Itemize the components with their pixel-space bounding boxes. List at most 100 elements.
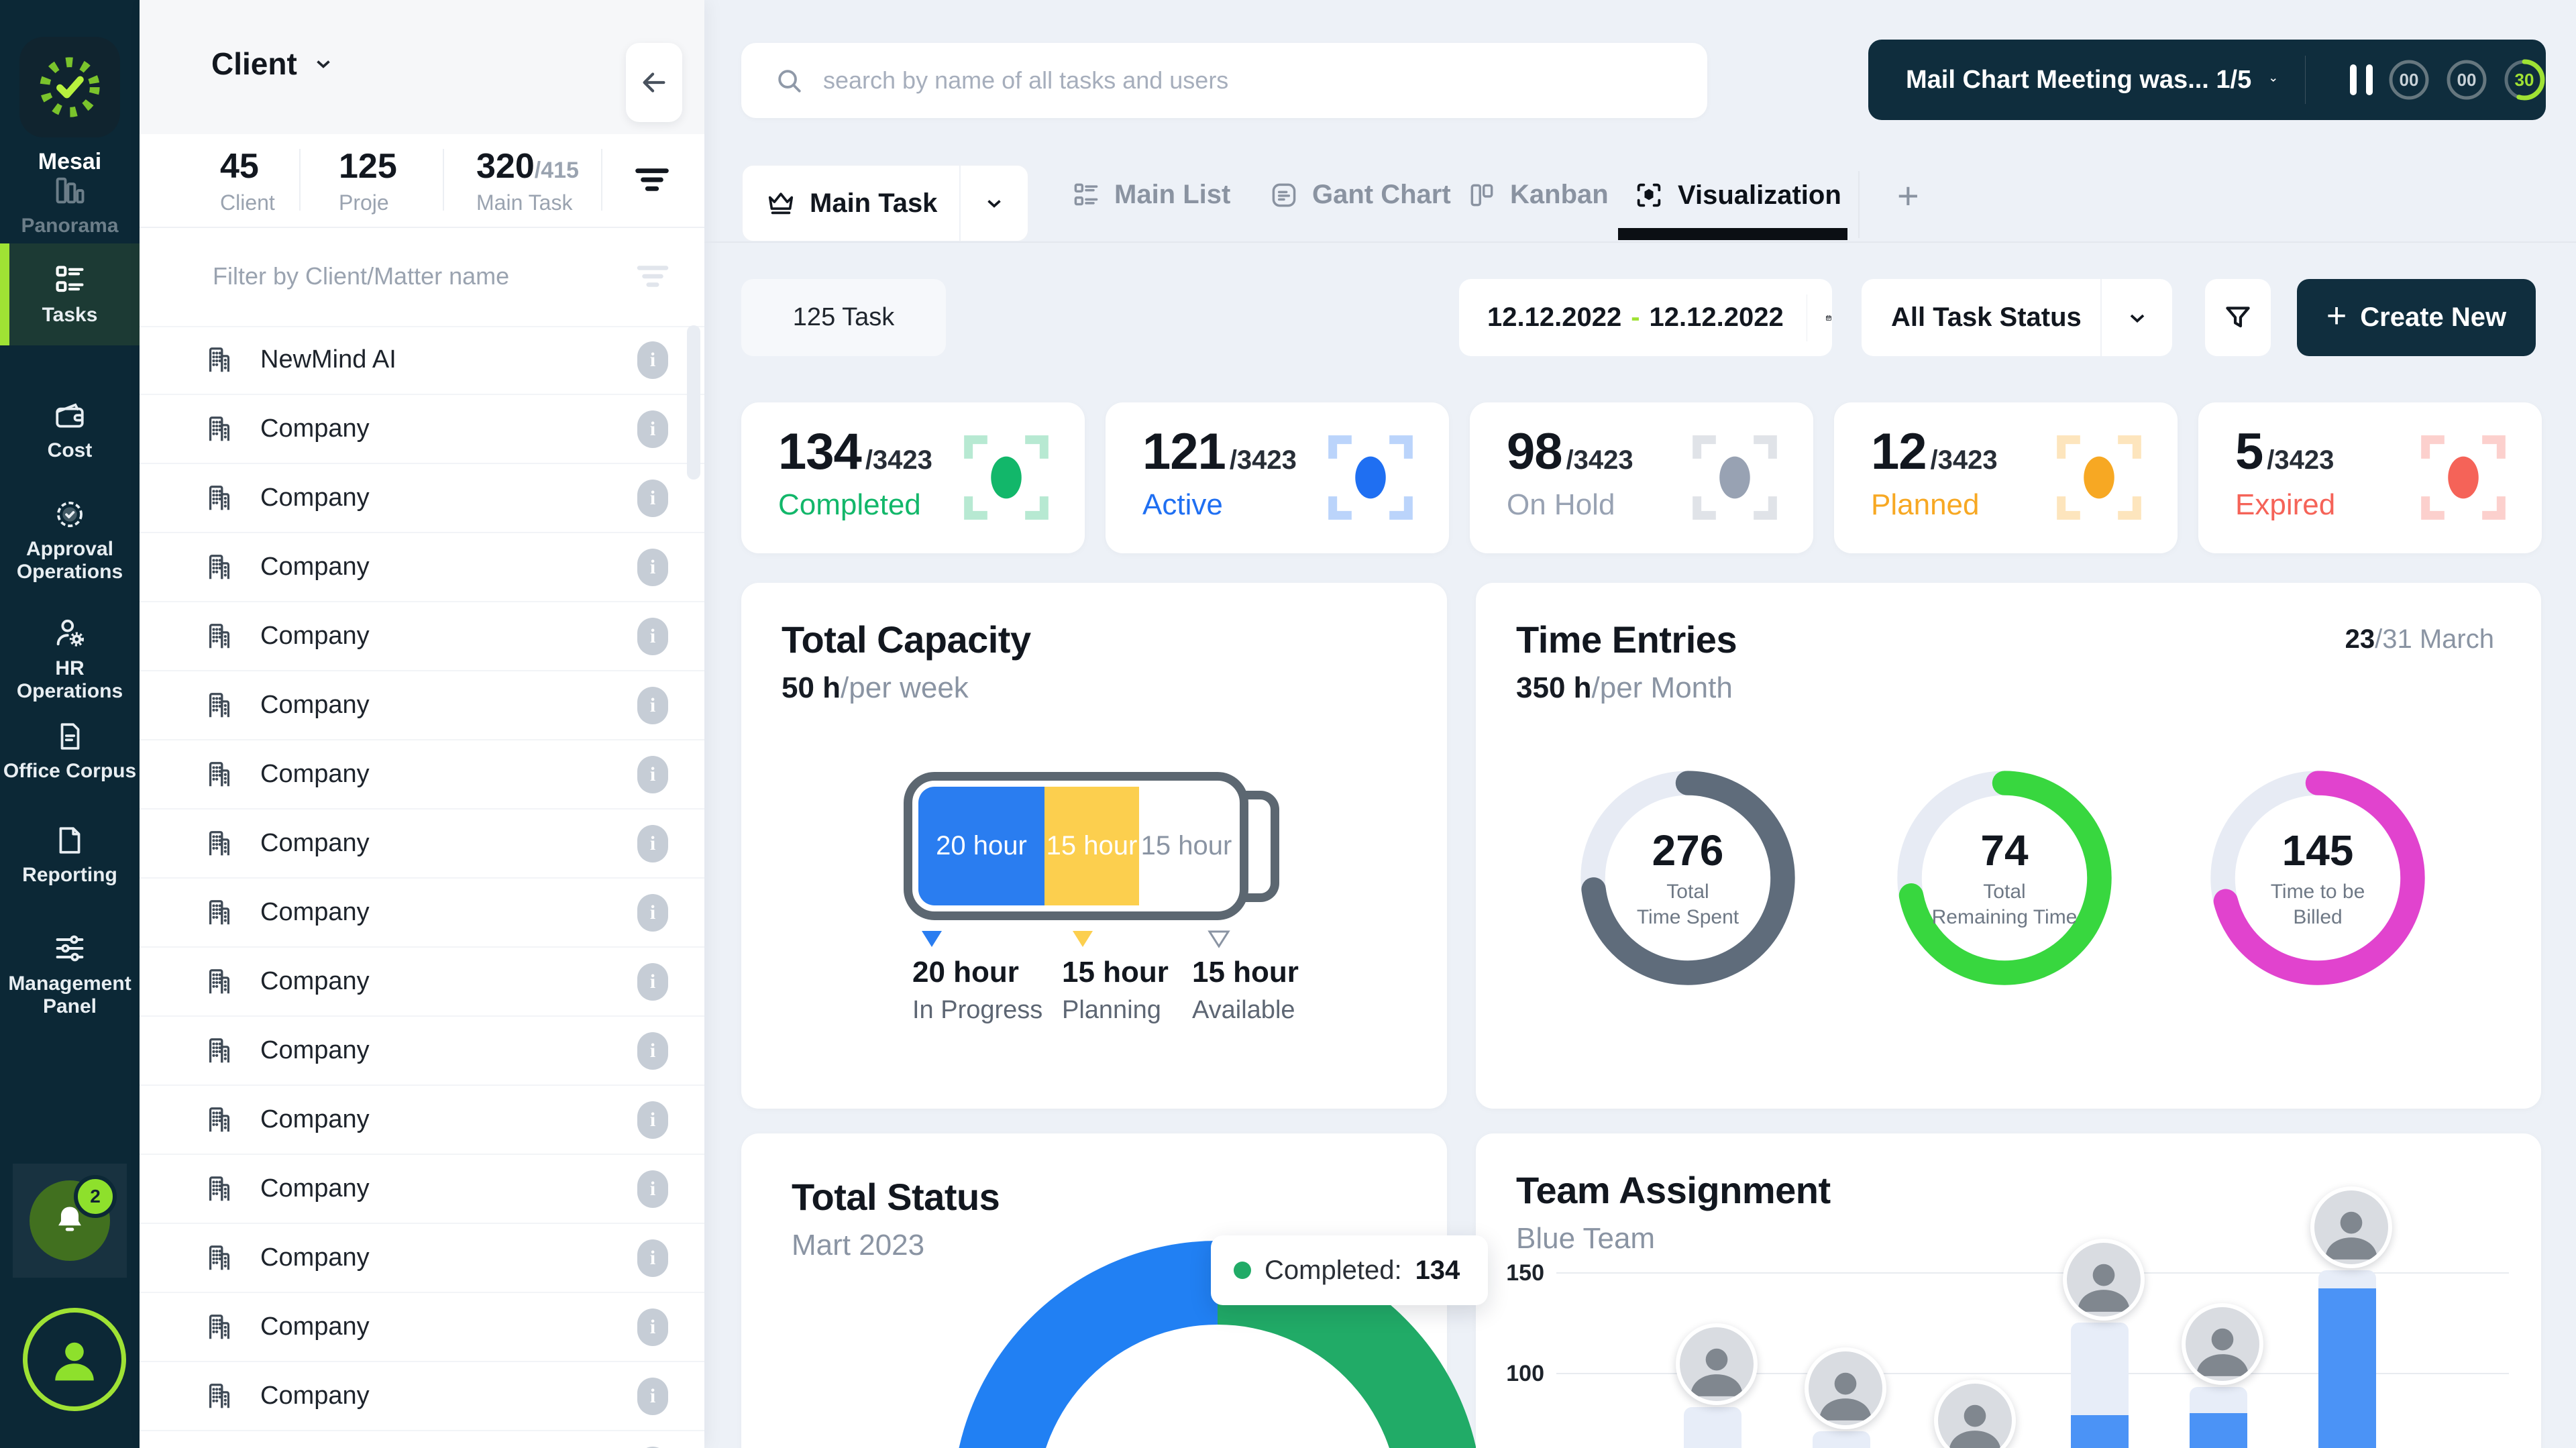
company-list-item[interactable]: Companyi (140, 1431, 704, 1448)
time-entries-card: Time Entries 350 h/per Month 23/31 March… (1476, 583, 2541, 1109)
company-list-item[interactable]: NewMind AIi (140, 326, 704, 395)
donut-total-time-spent: 276TotalTime Spent (1570, 761, 1805, 995)
date-range-picker[interactable]: 12.12.2022 - 12.12.2022 (1459, 279, 1832, 356)
status-card-active[interactable]: 121/3423 Active (1106, 402, 1449, 553)
sidebar-item-cost[interactable]: Cost (0, 399, 140, 462)
client-filter-input[interactable] (211, 262, 590, 291)
company-list-item[interactable]: Companyi (140, 464, 704, 533)
sidebar-item-hr-operations[interactable]: HR Operations (0, 616, 140, 703)
client-stats-row: 45 Client 125 Proje 320/415 Main Task (140, 134, 704, 228)
info-icon[interactable]: i (637, 410, 668, 448)
meeting-widget[interactable]: Mail Chart Meeting was... 1/5 00 00 30 (1868, 40, 2546, 120)
company-list-item[interactable]: Companyi (140, 395, 704, 464)
company-list-item[interactable]: Companyi (140, 602, 704, 671)
info-icon[interactable]: i (637, 1170, 668, 1208)
list-filter-button[interactable] (631, 158, 674, 201)
month-progress: 23/31 March (2345, 624, 2494, 655)
advanced-filter-button[interactable] (2205, 279, 2271, 356)
sidebar-item-office-corpus[interactable]: Office Corpus (0, 720, 140, 783)
info-icon[interactable]: i (637, 825, 668, 862)
member-avatar[interactable] (1934, 1380, 2016, 1448)
document-lines-icon (53, 720, 87, 753)
mesai-logo[interactable] (19, 37, 120, 137)
company-list-item[interactable]: Companyi (140, 740, 704, 810)
tab-main-list[interactable]: Main List (1071, 180, 1230, 210)
battery-segment-planning: 15 hour (1044, 787, 1139, 905)
company-list-item[interactable]: Company i (140, 1362, 704, 1431)
info-icon[interactable]: i (637, 549, 668, 586)
status-card-on-hold[interactable]: 98/3423 On Hold (1470, 402, 1813, 553)
company-list-item[interactable]: Company i (140, 879, 704, 948)
member-avatar[interactable] (2063, 1239, 2145, 1321)
bar-assigned[interactable] (2318, 1288, 2376, 1448)
sidebar-item-label: Cost (48, 439, 93, 462)
company-list-item[interactable]: Companyi (140, 1017, 704, 1086)
member-avatar[interactable] (1676, 1323, 1758, 1405)
sidebar-item-approval-operations[interactable]: Approval Operations (0, 498, 140, 583)
bar-capacity[interactable] (1684, 1407, 1741, 1448)
company-name: Company (260, 1243, 370, 1272)
sidebar-item-tasks[interactable]: Tasks (0, 243, 140, 345)
user-avatar[interactable] (23, 1308, 126, 1411)
tabs-separator (704, 241, 2576, 243)
company-list-item[interactable]: Companyi (140, 1155, 704, 1224)
company-list-item[interactable]: Companyi (140, 1293, 704, 1362)
sidebar-item-reporting[interactable]: Reporting (0, 824, 140, 887)
info-icon[interactable]: i (637, 1101, 668, 1139)
search-input[interactable] (822, 66, 1629, 95)
sidebar-item-panorama[interactable]: Panorama (0, 173, 140, 237)
create-new-button[interactable]: + Create New (2297, 279, 2536, 356)
info-icon[interactable]: i (637, 1378, 668, 1415)
bar-capacity[interactable] (1813, 1431, 1870, 1448)
status-card-planned[interactable]: 12/3423 Planned (1834, 402, 2178, 553)
tab-visualization[interactable]: Visualization (1633, 180, 1841, 211)
bar-assigned[interactable] (2190, 1413, 2247, 1448)
company-list-item[interactable]: Company i (140, 1224, 704, 1293)
member-avatar[interactable] (2310, 1186, 2392, 1268)
info-icon[interactable]: i (637, 618, 668, 655)
sidebar-item-management-panel[interactable]: Management Panel (0, 931, 140, 1018)
client-selector[interactable]: Client (211, 46, 335, 82)
member-avatar[interactable] (2182, 1303, 2263, 1385)
client-filter-row (140, 227, 704, 327)
info-icon[interactable]: i (637, 756, 668, 793)
status-card-completed[interactable]: 134/3423 Completed (741, 402, 1085, 553)
pause-button[interactable] (2350, 64, 2373, 95)
main-task-dropdown[interactable] (959, 166, 1028, 241)
company-name: Company (260, 898, 370, 927)
company-list-item[interactable]: Companyi (140, 948, 704, 1017)
company-list-item[interactable]: Companyi (140, 1086, 704, 1155)
sliders-icon (52, 931, 87, 966)
info-icon[interactable]: i (637, 687, 668, 724)
company-list-item[interactable]: Companyi (140, 533, 704, 602)
filter-lines-light-icon[interactable] (633, 256, 673, 296)
info-icon[interactable]: i (637, 341, 668, 379)
notifications-button[interactable]: 2 (13, 1164, 127, 1278)
info-icon[interactable]: i (637, 894, 668, 932)
card-subtitle: Mart 2023 (792, 1229, 924, 1262)
company-list: NewMind AIiCompanyiCompanyiCompanyiCompa… (140, 326, 704, 1448)
building-icon (204, 966, 235, 997)
info-icon[interactable]: i (637, 1239, 668, 1277)
capacity-battery: 20 hour 15 hour 15 hour (904, 772, 1248, 920)
add-tab-button[interactable]: + (1897, 180, 1919, 212)
company-name: Company (260, 1382, 370, 1410)
member-avatar[interactable] (1805, 1347, 1886, 1429)
list-scrollbar[interactable] (687, 325, 700, 480)
bar-assigned[interactable] (2071, 1415, 2129, 1448)
company-list-item[interactable]: Companyi (140, 810, 704, 879)
main-task-selector[interactable]: Main Task (741, 164, 1029, 242)
chevron-down-icon[interactable] (2269, 68, 2278, 91)
info-icon[interactable]: i (637, 963, 668, 1001)
info-icon[interactable]: i (637, 1308, 668, 1346)
tab-kanban[interactable]: Kanban (1467, 180, 1609, 210)
date-from: 12.12.2022 (1487, 302, 1621, 333)
info-icon[interactable]: i (637, 480, 668, 517)
info-icon[interactable]: i (637, 1032, 668, 1070)
tab-gant-chart[interactable]: Gant Chart (1269, 180, 1451, 210)
legend-in-progress: 20 hour In Progress (912, 956, 1042, 1025)
task-status-dropdown[interactable]: All Task Status (1862, 279, 2172, 356)
collapse-panel-button[interactable] (626, 43, 682, 122)
status-card-expired[interactable]: 5/3423 Expired (2198, 402, 2542, 553)
company-list-item[interactable]: Companyi (140, 671, 704, 740)
